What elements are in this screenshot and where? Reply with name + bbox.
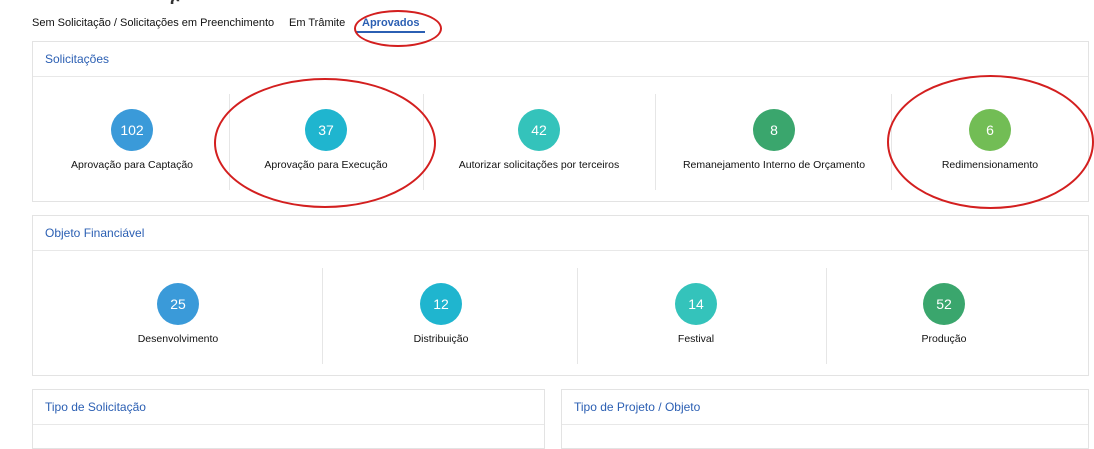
count-badge: 12 <box>420 283 462 325</box>
stat-distribuicao[interactable]: 12 Distribuição <box>356 283 526 345</box>
divider <box>826 268 827 364</box>
count-badge: 6 <box>969 109 1011 151</box>
solicitacoes-title: Solicitações <box>33 42 1088 77</box>
count-badge: 14 <box>675 283 717 325</box>
tipo-solicitacao-title: Tipo de Solicitação <box>33 390 544 425</box>
solicitacoes-panel: Solicitações 102 Aprovação para Captação… <box>32 41 1089 202</box>
tipo-projeto-panel: Tipo de Projeto / Objeto <box>561 389 1089 449</box>
count-badge: 25 <box>157 283 199 325</box>
objeto-financiavel-title: Objeto Financiável <box>33 216 1088 251</box>
divider <box>229 94 230 190</box>
objeto-financiavel-panel: Objeto Financiável 25 Desenvolvimento 12… <box>32 215 1089 376</box>
stat-remanejamento[interactable]: 8 Remanejamento Interno de Orçamento <box>669 109 879 171</box>
stat-aprovacao-execucao[interactable]: 37 Aprovação para Execução <box>241 109 411 171</box>
stat-label: Distribuição <box>413 333 469 345</box>
divider <box>655 94 656 190</box>
stat-label: Redimensionamento <box>941 159 1039 171</box>
tab-sem-solicitacao[interactable]: Sem Solicitação / Solicitações em Preenc… <box>32 17 274 29</box>
stat-label: Autorizar solicitações por terceiros <box>458 159 620 171</box>
count-badge: 42 <box>518 109 560 151</box>
stat-redimensionamento[interactable]: 6 Redimensionamento <box>905 109 1075 171</box>
stat-label: Festival <box>677 333 715 345</box>
divider <box>322 268 323 364</box>
divider <box>577 268 578 364</box>
stat-aprovacao-captacao[interactable]: 102 Aprovação para Captação <box>47 109 217 171</box>
divider <box>891 94 892 190</box>
tab-em-tramite[interactable]: Em Trâmite <box>289 17 345 29</box>
count-badge: 52 <box>923 283 965 325</box>
count-badge: 102 <box>111 109 153 151</box>
stat-label: Aprovação para Execução <box>264 159 388 171</box>
stat-label: Aprovação para Captação <box>71 159 193 171</box>
tab-aprovados[interactable]: Aprovados <box>355 17 426 33</box>
stat-label: Desenvolvimento <box>137 333 219 345</box>
tipo-solicitacao-panel: Tipo de Solicitação <box>32 389 545 449</box>
stat-festival[interactable]: 14 Festival <box>611 283 781 345</box>
stat-desenvolvimento[interactable]: 25 Desenvolvimento <box>93 283 263 345</box>
tipo-projeto-title: Tipo de Projeto / Objeto <box>562 390 1088 425</box>
stat-label: Remanejamento Interno de Orçamento <box>682 159 866 171</box>
stat-autorizar-terceiros[interactable]: 42 Autorizar solicitações por terceiros <box>433 109 645 171</box>
divider <box>423 94 424 190</box>
stat-label: Produção <box>921 333 967 345</box>
count-badge: 8 <box>753 109 795 151</box>
page-title-fragment: ç <box>170 0 230 4</box>
stat-producao[interactable]: 52 Produção <box>859 283 1029 345</box>
count-badge: 37 <box>305 109 347 151</box>
